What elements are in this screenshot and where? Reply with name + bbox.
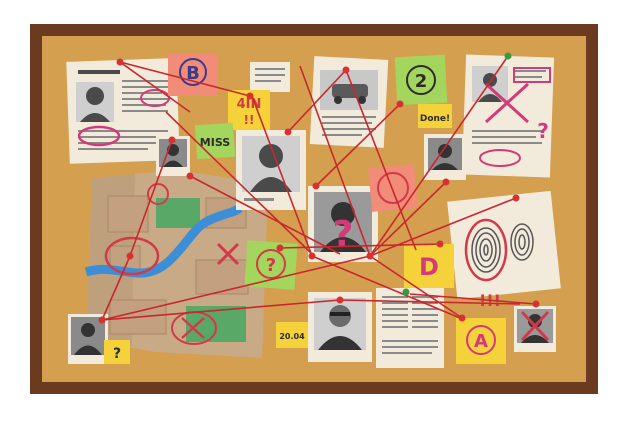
sticky-q-left-text: ? xyxy=(266,255,276,276)
sticky-q-bottom-text: ? xyxy=(113,346,121,362)
sticky-note-done: Done! xyxy=(418,104,452,128)
sticky-note-miss: MISS xyxy=(194,122,236,160)
sticky-d-text: D xyxy=(419,253,439,281)
sticky-note-a: A xyxy=(456,318,506,364)
newspaper-clipping-bottom xyxy=(376,288,444,368)
question-mark-annotation: ? xyxy=(537,119,549,143)
sticky-exclaim-top: !! xyxy=(244,113,255,127)
sticky-note-question-pink xyxy=(368,164,418,212)
fingerprint-sheet xyxy=(447,190,561,300)
sticky-miss-text: MISS xyxy=(200,136,230,149)
newspaper-crossed-out: ? xyxy=(461,54,555,178)
photo-man-portrait xyxy=(236,130,306,210)
sticky-note-date: 20.04 xyxy=(276,322,308,348)
photo-woman-right xyxy=(424,134,466,180)
sticky-2-text: 2 xyxy=(415,71,428,92)
sticky-note-b: B xyxy=(168,54,218,96)
newspaper-snippet-top xyxy=(250,62,290,92)
evidence-board: B 4IN !! MISS 2 Done! ? ? ? D 20.04 ? A … xyxy=(30,24,598,394)
photo-crossed-bottomright xyxy=(514,306,556,352)
sticky-note-d: D xyxy=(404,244,454,288)
suspect-question-mark: ? xyxy=(333,214,354,255)
sticky-done-text: Done! xyxy=(420,114,450,124)
sticky-note-2: 2 xyxy=(394,54,448,106)
sticky-date-text: 20.04 xyxy=(279,332,305,341)
sticky-a-text: A xyxy=(474,331,488,352)
sticky-note-question-bottom: ? xyxy=(104,340,130,364)
